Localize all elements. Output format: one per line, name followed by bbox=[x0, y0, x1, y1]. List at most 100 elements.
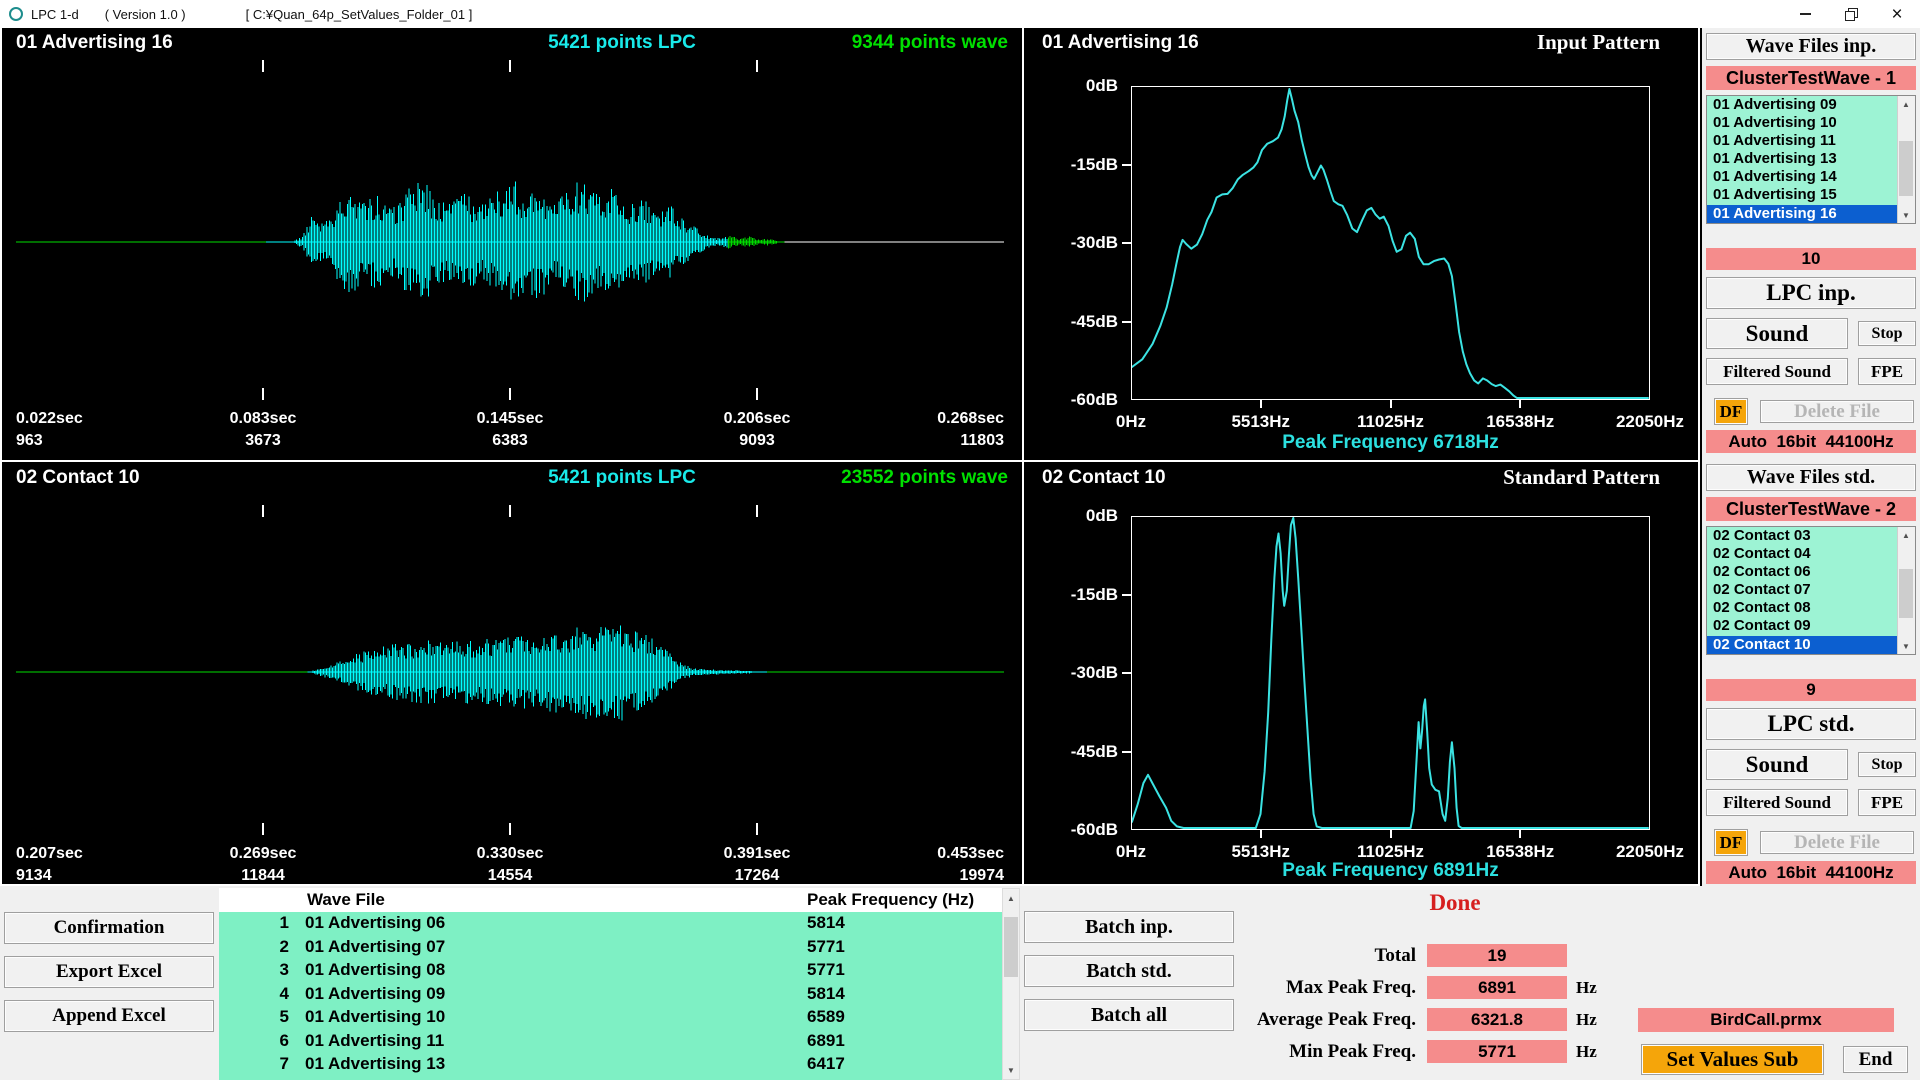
axis-tick bbox=[509, 388, 511, 400]
peak-value-cell: 6589 bbox=[807, 1007, 845, 1027]
file-list-item[interactable]: 01 Advertising 13 bbox=[1707, 150, 1915, 168]
stop-button-input[interactable]: Stop bbox=[1858, 321, 1916, 346]
sample-tick-label: 9134 bbox=[16, 867, 52, 885]
lpc-inp-button[interactable]: LPC inp. bbox=[1706, 277, 1916, 309]
scroll-down-button[interactable]: ▼ bbox=[1898, 207, 1914, 223]
window-title: LPC 1-d bbox=[31, 7, 79, 22]
sound-button-input[interactable]: Sound bbox=[1706, 318, 1848, 349]
filtered-sound-button-std[interactable]: Filtered Sound bbox=[1706, 789, 1848, 816]
table-row[interactable]: 501 Advertising 106589 bbox=[219, 1006, 1002, 1030]
axis-tick bbox=[262, 388, 264, 400]
file-list-item[interactable]: 01 Advertising 10 bbox=[1707, 114, 1915, 132]
file-list-item[interactable]: 01 Advertising 11 bbox=[1707, 132, 1915, 150]
append-excel-button[interactable]: Append Excel bbox=[4, 1000, 214, 1032]
peak-value-cell: 5771 bbox=[807, 937, 845, 957]
sound-button-std[interactable]: Sound bbox=[1706, 749, 1848, 780]
table-scrollbar[interactable]: ▲▼ bbox=[1002, 888, 1020, 1080]
confirmation-button[interactable]: Confirmation bbox=[4, 912, 214, 944]
file-list-item[interactable]: 02 Contact 06 bbox=[1707, 563, 1915, 581]
close-button[interactable]: × bbox=[1874, 0, 1920, 28]
table-row[interactable]: 101 Advertising 065814 bbox=[219, 912, 1002, 936]
scroll-down-button[interactable]: ▼ bbox=[1003, 1062, 1019, 1078]
file-name-cell: 01 Advertising 10 bbox=[305, 1007, 445, 1027]
delete-file-button-input[interactable]: Delete File bbox=[1760, 400, 1914, 423]
list-scrollbar[interactable]: ▲▼ bbox=[1897, 527, 1915, 654]
wave-files-inp-button[interactable]: Wave Files inp. bbox=[1706, 33, 1916, 60]
minimize-button[interactable] bbox=[1782, 0, 1828, 28]
end-button[interactable]: End bbox=[1843, 1046, 1908, 1073]
row-number: 4 bbox=[219, 984, 289, 1004]
time-tick-label: 0.268sec bbox=[937, 410, 1004, 428]
scrollbar-thumb[interactable] bbox=[1004, 917, 1018, 977]
file-list-input[interactable]: 01 Advertising 0901 Advertising 1001 Adv… bbox=[1706, 95, 1916, 224]
set-values-sub-button[interactable]: Set Values Sub bbox=[1641, 1044, 1824, 1075]
file-list-item[interactable]: 02 Contact 08 bbox=[1707, 599, 1915, 617]
lpc-points-label-std: 5421 points LPC bbox=[492, 467, 752, 489]
fpe-button-input[interactable]: FPE bbox=[1858, 358, 1916, 385]
file-list-item[interactable]: 01 Advertising 14 bbox=[1707, 168, 1915, 186]
filtered-sound-button-input[interactable]: Filtered Sound bbox=[1706, 358, 1848, 385]
db-tick-label: -30dB bbox=[1032, 663, 1118, 683]
file-list-item[interactable]: 01 Advertising 09 bbox=[1707, 96, 1915, 114]
table-row[interactable]: 301 Advertising 085771 bbox=[219, 959, 1002, 983]
df-button-input[interactable]: DF bbox=[1714, 398, 1748, 425]
file-list-std[interactable]: 02 Contact 0302 Contact 0402 Contact 060… bbox=[1706, 526, 1916, 655]
axis-tick bbox=[509, 505, 511, 517]
freq-tick-label: 22050Hz bbox=[1616, 842, 1684, 862]
waveform-chart-std bbox=[16, 505, 1004, 835]
peak-frequency-label-input: Peak Frequency 6718Hz bbox=[1131, 432, 1650, 454]
axis-tick bbox=[1122, 672, 1131, 674]
file-list-item[interactable]: 02 Contact 03 bbox=[1707, 527, 1915, 545]
row-number: 7 bbox=[219, 1054, 289, 1074]
window-version: ( Version 1.0 ) bbox=[105, 7, 186, 22]
scroll-up-button[interactable]: ▲ bbox=[1898, 527, 1914, 543]
app-window: LPC 1-d ( Version 1.0 ) [ C:¥Quan_64p_Se… bbox=[0, 0, 1920, 1080]
sample-tick-label: 17264 bbox=[735, 867, 780, 885]
list-scrollbar[interactable]: ▲▼ bbox=[1897, 96, 1915, 223]
wave-files-std-button[interactable]: Wave Files std. bbox=[1706, 464, 1916, 491]
peak-frequency-label-std: Peak Frequency 6891Hz bbox=[1131, 860, 1650, 882]
pattern-label-input: Input Pattern bbox=[1537, 30, 1660, 55]
table-row[interactable]: 4 01 Advertising 09 5814 bbox=[219, 983, 1002, 1007]
table-row[interactable]: 701 Advertising 136417 bbox=[219, 1053, 1002, 1077]
table-row[interactable]: 201 Advertising 075771 bbox=[219, 936, 1002, 960]
row-number: 2 bbox=[219, 937, 289, 957]
waveform-chart-input bbox=[16, 60, 1004, 400]
wave-file-column-header: Wave File bbox=[307, 890, 385, 910]
axis-tick bbox=[509, 60, 511, 72]
lpc-std-button[interactable]: LPC std. bbox=[1706, 708, 1916, 740]
file-list-item[interactable]: 01 Advertising 16 bbox=[1707, 205, 1915, 223]
maximize-button[interactable] bbox=[1828, 0, 1874, 28]
axis-tick bbox=[1260, 400, 1262, 408]
delete-file-button-std[interactable]: Delete File bbox=[1760, 831, 1914, 854]
scroll-up-button[interactable]: ▲ bbox=[1003, 890, 1019, 906]
table-row[interactable]: 601 Advertising 116891 bbox=[219, 1030, 1002, 1054]
freq-tick-label: 11025Hz bbox=[1357, 412, 1424, 432]
file-list-item[interactable]: 02 Contact 09 bbox=[1707, 617, 1915, 635]
sample-tick-label: 19974 bbox=[960, 867, 1005, 885]
axis-tick bbox=[262, 823, 264, 835]
file-list-item[interactable]: 02 Contact 04 bbox=[1707, 545, 1915, 563]
sample-tick-label: 6383 bbox=[492, 432, 528, 450]
file-name-cell: 01 Advertising 09 bbox=[305, 984, 445, 1004]
time-tick-label: 0.453sec bbox=[937, 845, 1004, 863]
file-count-std: 9 bbox=[1706, 679, 1916, 701]
db-tick-label: -15dB bbox=[1032, 155, 1118, 175]
batch-inp-button[interactable]: Batch inp. bbox=[1024, 911, 1234, 943]
export-excel-button[interactable]: Export Excel bbox=[4, 956, 214, 988]
scrollbar-thumb[interactable] bbox=[1899, 141, 1913, 196]
db-tick-label: -15dB bbox=[1032, 585, 1118, 605]
df-button-std[interactable]: DF bbox=[1714, 829, 1748, 856]
fpe-button-std[interactable]: FPE bbox=[1858, 789, 1916, 816]
sample-tick-label: 3673 bbox=[245, 432, 281, 450]
file-list-item[interactable]: 02 Contact 10 bbox=[1707, 636, 1915, 654]
scroll-down-button[interactable]: ▼ bbox=[1898, 638, 1914, 654]
scroll-up-button[interactable]: ▲ bbox=[1898, 96, 1914, 112]
file-list-item[interactable]: 02 Contact 07 bbox=[1707, 581, 1915, 599]
scrollbar-thumb[interactable] bbox=[1899, 569, 1913, 618]
peak-value-cell: 5814 bbox=[807, 984, 845, 1004]
stop-button-std[interactable]: Stop bbox=[1858, 752, 1916, 777]
time-tick-label: 0.206sec bbox=[724, 410, 791, 428]
file-list-item[interactable]: 01 Advertising 15 bbox=[1707, 186, 1915, 204]
row-number: 6 bbox=[219, 1031, 289, 1051]
